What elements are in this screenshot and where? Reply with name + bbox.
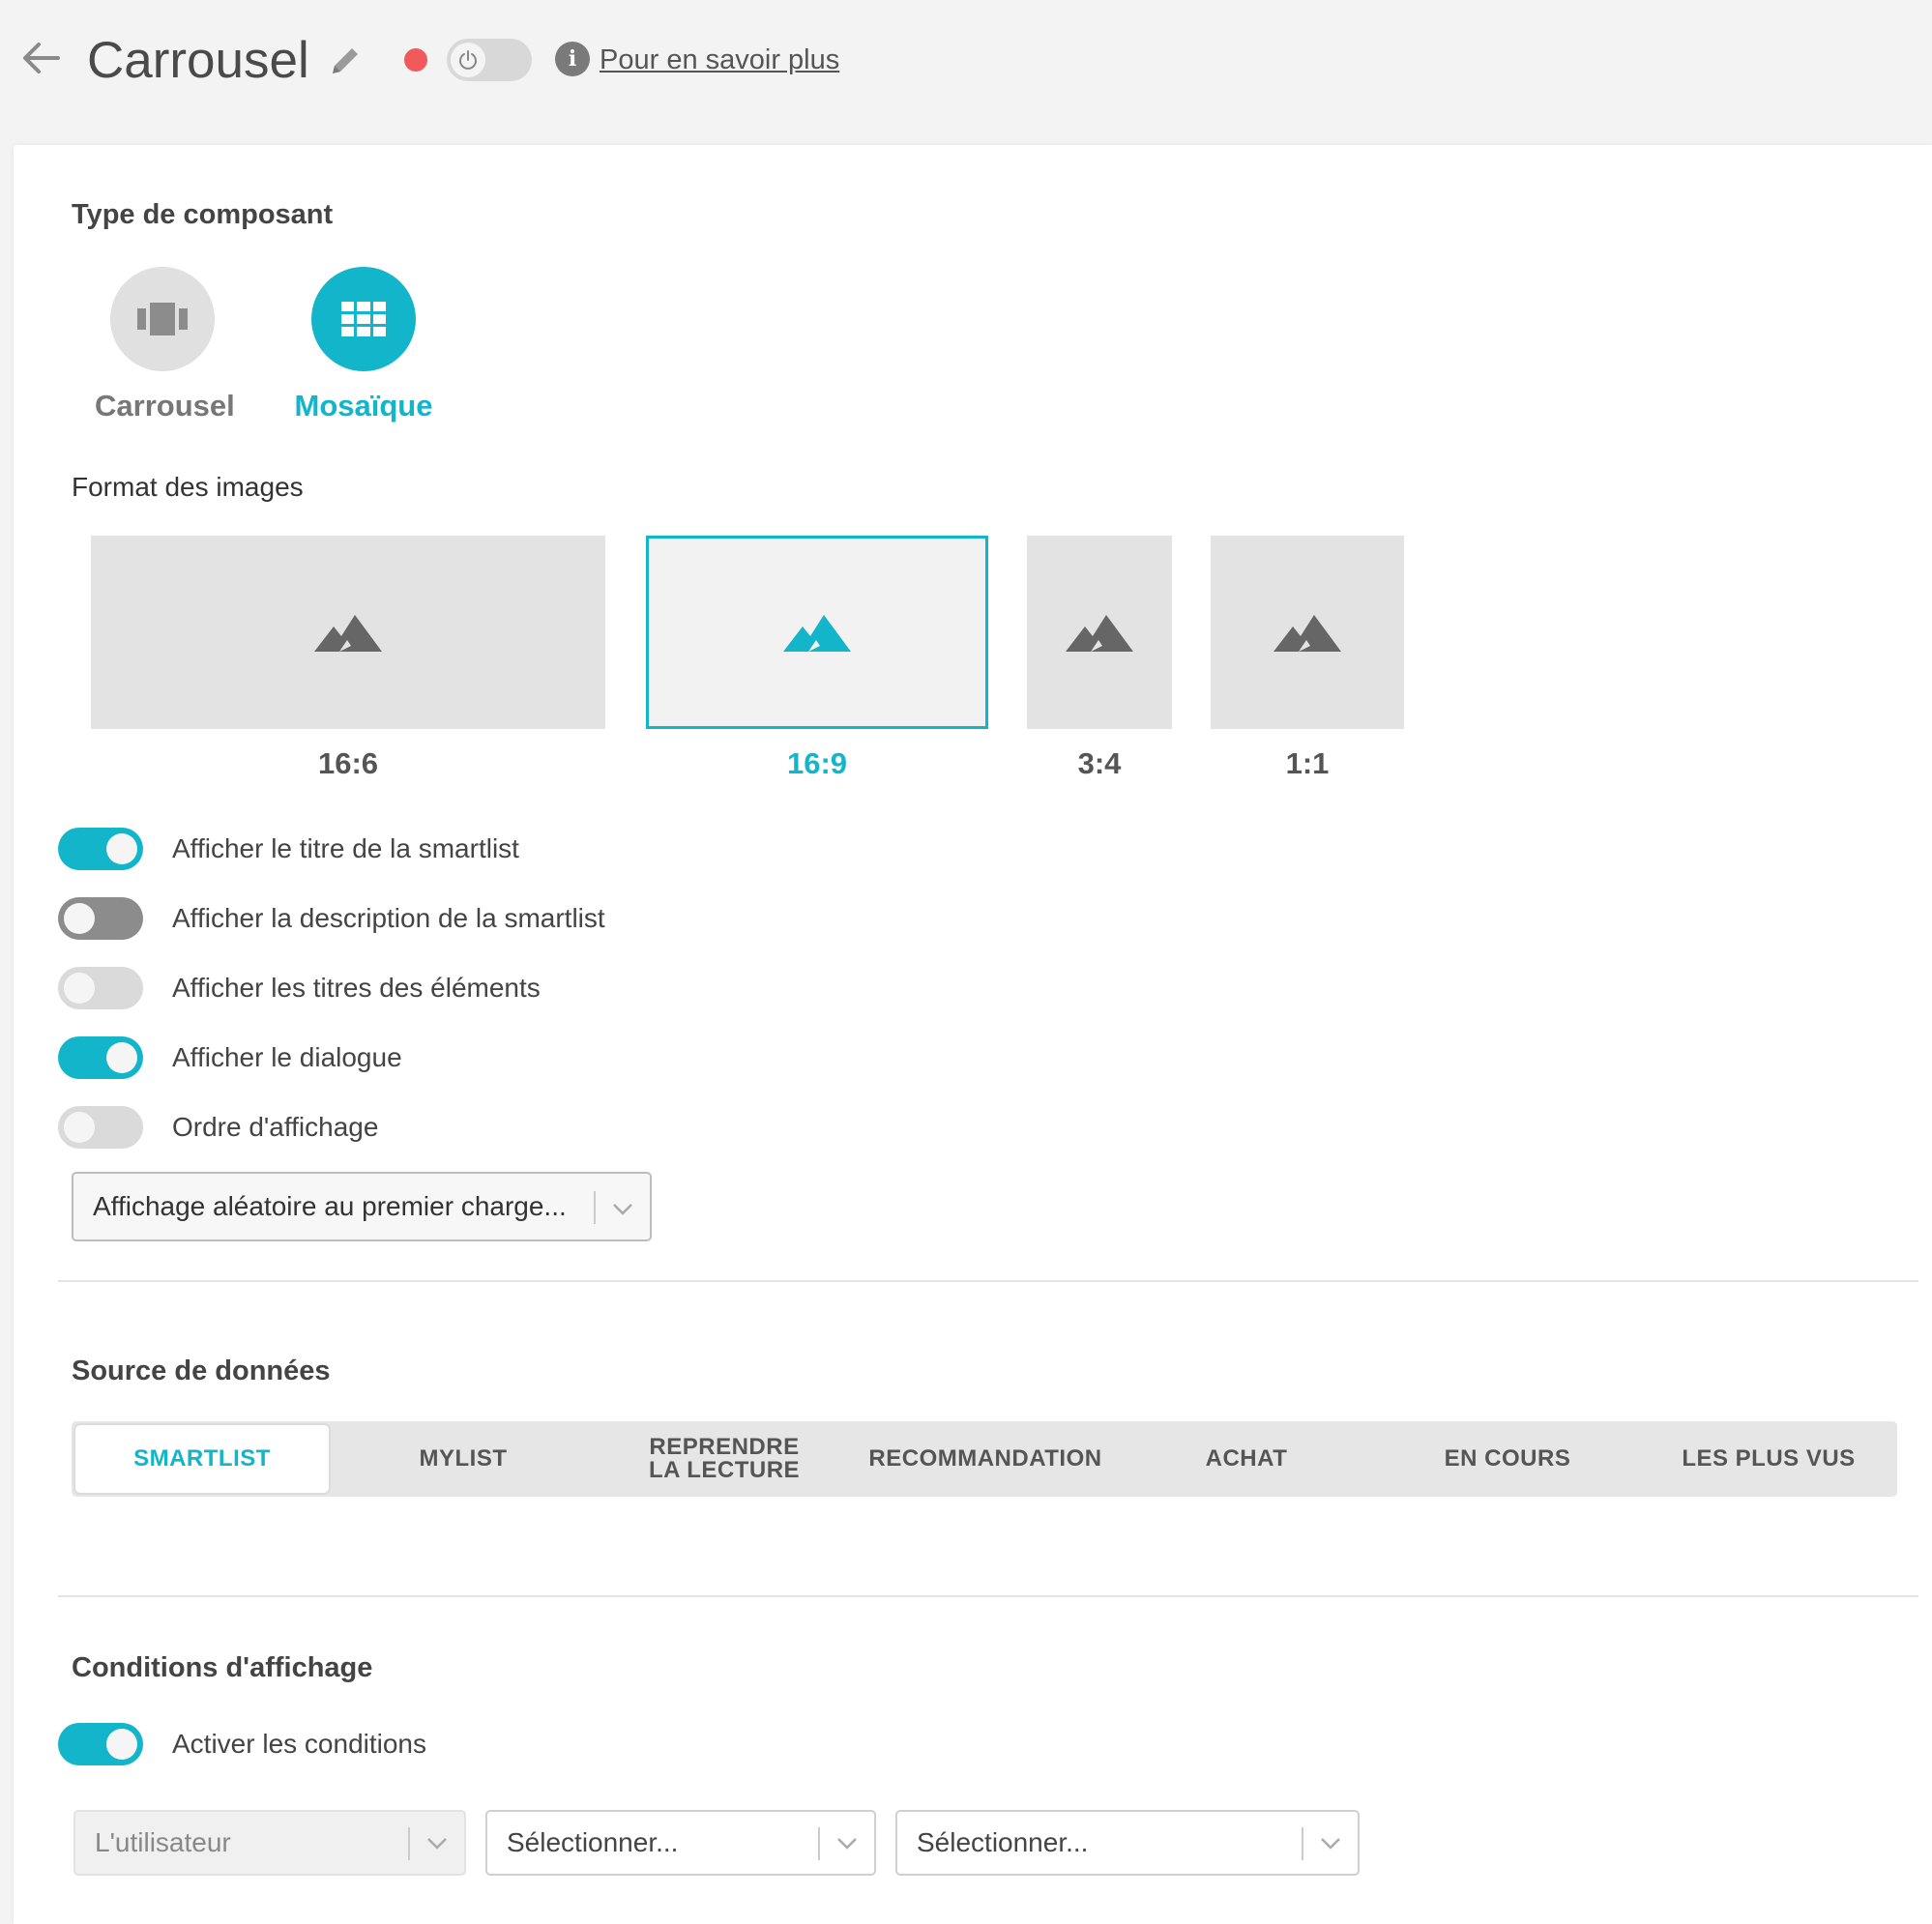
back-arrow-icon[interactable]	[19, 37, 62, 79]
select-value: Affichage aléatoire au premier charge...	[93, 1191, 567, 1221]
data-source-heading: Source de données	[72, 1356, 331, 1386]
format-option-16-9[interactable]	[646, 536, 988, 729]
grid-icon	[311, 267, 416, 371]
chevron-down-icon	[613, 1204, 632, 1215]
page-header: Carrousel i Pour en savoir plus	[0, 0, 1932, 121]
format-label: 3:4	[1077, 746, 1122, 780]
select-value: L'utilisateur	[95, 1827, 231, 1857]
select-value: Sélectionner...	[507, 1827, 679, 1857]
toggle-label: Afficher les titres des éléments	[172, 973, 541, 1003]
toggle-display-order[interactable]	[58, 1106, 143, 1149]
display-order-select[interactable]: Affichage aléatoire au premier charge...	[72, 1172, 652, 1241]
toggle-label: Activer les conditions	[172, 1729, 427, 1759]
page-title: Carrousel	[87, 32, 309, 89]
learn-more-link[interactable]: Pour en savoir plus	[600, 41, 839, 79]
carousel-icon	[110, 267, 215, 371]
toggle-enable-conditions[interactable]	[58, 1723, 143, 1765]
condition-value-select[interactable]: Sélectionner...	[895, 1810, 1360, 1876]
component-type-heading: Type de composant	[72, 199, 334, 230]
info-icon: i	[555, 42, 590, 76]
type-option-label: Carrousel	[95, 389, 235, 423]
chevron-down-icon	[837, 1838, 857, 1850]
pencil-icon[interactable]	[327, 43, 364, 79]
power-icon	[451, 43, 485, 77]
status-dot	[404, 48, 427, 72]
type-option-carousel[interactable]: Carrousel	[95, 267, 235, 423]
toggle-label: Afficher le dialogue	[172, 1042, 402, 1072]
image-placeholder-icon	[314, 615, 382, 652]
chevron-down-icon	[1321, 1838, 1340, 1850]
format-option-16-6[interactable]	[91, 536, 605, 729]
type-option-mosaic[interactable]: Mosaïque	[286, 267, 441, 423]
image-placeholder-icon	[1273, 615, 1341, 652]
type-option-label: Mosaïque	[294, 389, 433, 423]
power-toggle[interactable]	[447, 39, 532, 81]
tab-smartlist[interactable]: SMARTLIST	[75, 1425, 329, 1493]
tab-in-progress[interactable]: EN COURS	[1377, 1421, 1638, 1497]
section-divider	[58, 1280, 1918, 1282]
format-label: 16:6	[317, 746, 379, 780]
toggle-show-dialogue[interactable]	[58, 1036, 143, 1079]
data-source-tabs: SMARTLIST MYLIST REPRENDRE LA LECTURE RE…	[72, 1421, 1897, 1497]
format-label: 1:1	[1285, 746, 1330, 780]
tab-purchase[interactable]: ACHAT	[1116, 1421, 1377, 1497]
toggle-label: Ordre d'affichage	[172, 1112, 379, 1142]
toggle-show-item-titles[interactable]	[58, 967, 143, 1009]
toggle-label: Afficher la description de la smartlist	[172, 903, 605, 933]
toggle-label: Afficher le titre de la smartlist	[172, 833, 519, 863]
format-option-3-4[interactable]	[1027, 536, 1172, 729]
chevron-down-icon	[427, 1838, 447, 1850]
toggle-show-smartlist-title[interactable]	[58, 828, 143, 870]
condition-subject-select: L'utilisateur	[73, 1810, 466, 1876]
tab-mylist[interactable]: MYLIST	[333, 1421, 594, 1497]
format-option-1-1[interactable]	[1211, 536, 1404, 729]
tab-recommendation[interactable]: RECOMMANDATION	[855, 1421, 1116, 1497]
toggle-show-smartlist-description[interactable]	[58, 897, 143, 940]
section-divider	[58, 1595, 1918, 1597]
select-value: Sélectionner...	[917, 1827, 1089, 1857]
condition-operator-select[interactable]: Sélectionner...	[485, 1810, 876, 1876]
image-placeholder-icon	[1066, 615, 1133, 652]
tab-resume-reading[interactable]: REPRENDRE LA LECTURE	[594, 1421, 855, 1497]
conditions-heading: Conditions d'affichage	[72, 1652, 373, 1683]
image-placeholder-icon	[783, 615, 851, 652]
tab-most-viewed[interactable]: LES PLUS VUS	[1638, 1421, 1899, 1497]
format-label: 16:9	[786, 746, 848, 780]
image-format-heading: Format des images	[72, 472, 304, 502]
